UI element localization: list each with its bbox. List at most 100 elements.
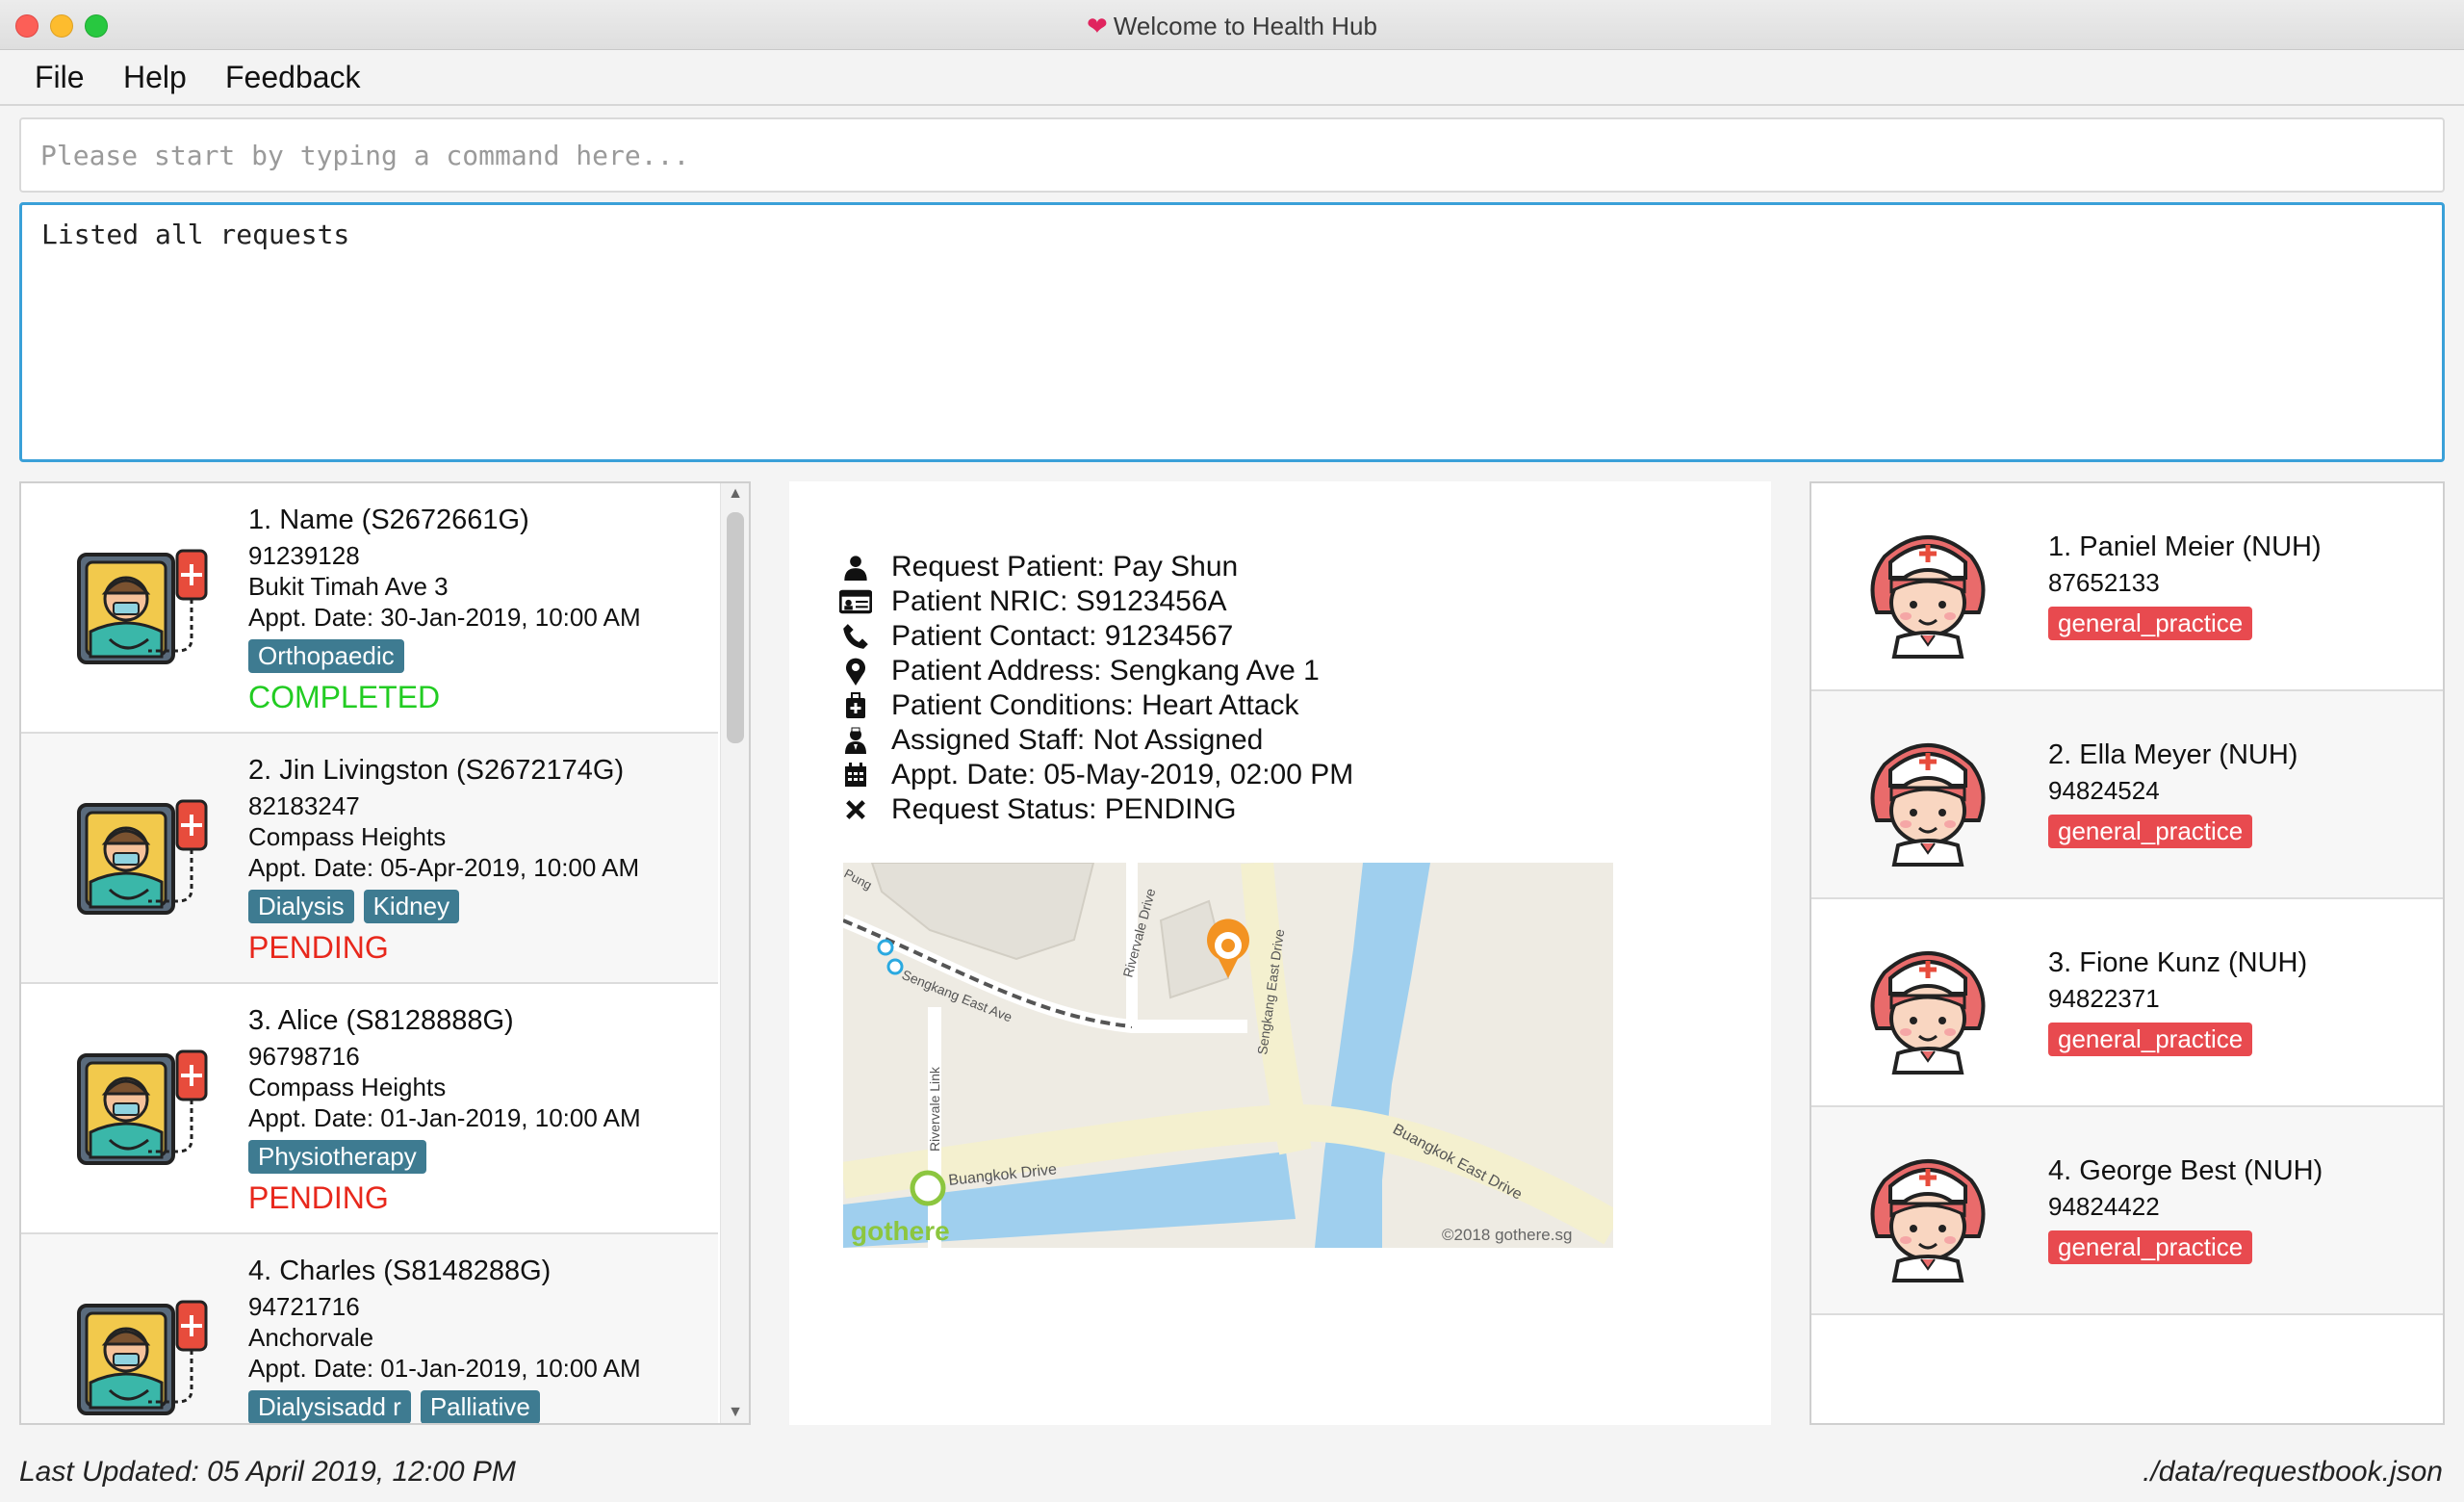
window-title-text: Welcome to Health Hub <box>1113 12 1377 40</box>
staff-phone: 87652133 <box>2048 568 2160 597</box>
staff-phone: 94824422 <box>2048 1192 2160 1221</box>
detail-text: Patient NRIC: S9123456A <box>891 585 1227 617</box>
nurse-avatar-icon <box>1865 940 1990 1075</box>
condition-tag: Palliative <box>420 1390 540 1423</box>
request-phone: 82183247 <box>248 791 360 820</box>
nurse-avatar-icon <box>1865 524 1990 659</box>
heart-icon: ❤ <box>1087 12 1108 40</box>
staff-name: 3. Fione Kunz (NUH) <box>2048 947 2308 978</box>
user-icon <box>839 552 872 583</box>
last-updated-status: Last Updated: 05 April 2019, 12:00 PM <box>19 1456 516 1488</box>
request-card[interactable]: 4. Charles (S8148288G) 94721716 Anchorvale… <box>21 1234 718 1423</box>
close-icon <box>839 794 872 825</box>
detail-row: Assigned Staff: Not Assigned <box>839 724 1263 757</box>
request-address: Compass Heights <box>248 1073 447 1101</box>
staff-name: 1. Paniel Meier (NUH) <box>2048 531 2322 562</box>
request-title: 2. Jin Livingston (S2672174G) <box>248 755 625 786</box>
request-date: Appt. Date: 30-Jan-2019, 10:00 AM <box>248 603 641 632</box>
specialisation-tag: general_practice <box>2048 1230 2253 1264</box>
id-card-icon <box>839 586 872 617</box>
staff-name: 4. George Best (NUH) <box>2048 1155 2323 1186</box>
request-tags: Dialysisadd r Palliative <box>248 1390 540 1423</box>
staff-phone: 94822371 <box>2048 984 2160 1013</box>
start-marker-icon <box>910 1170 946 1206</box>
staff-card[interactable]: 4. George Best (NUH) 94824422 general_prac… <box>1811 1107 2443 1315</box>
medkit-icon <box>839 690 872 721</box>
request-card[interactable]: 2. Jin Livingston (S2672174G) 82183247 Com… <box>21 734 718 984</box>
command-input[interactable] <box>19 117 2445 193</box>
condition-tag: Kidney <box>363 890 460 923</box>
result-display: Listed all requests <box>19 202 2445 462</box>
bus-stop-icon <box>877 939 894 956</box>
request-status: PENDING <box>248 930 389 965</box>
detail-text: Assigned Staff: Not Assigned <box>891 724 1264 756</box>
request-phone: 94721716 <box>248 1292 360 1321</box>
menu-bar: File Help Feedback <box>0 50 2464 106</box>
menu-help[interactable]: Help <box>123 60 187 95</box>
request-phone: 96798716 <box>248 1042 360 1071</box>
staff-phone: 94824524 <box>2048 776 2160 805</box>
map-copyright: ©2018 gothere.sg <box>1442 1226 1572 1244</box>
specialisation-tag: general_practice <box>2048 607 2253 640</box>
patient-icon <box>71 793 216 928</box>
nurse-avatar-icon <box>1865 1148 1990 1282</box>
request-card[interactable]: 1. Name (S2672661G) 91239128 Bukit Timah A… <box>21 483 718 734</box>
data-file-path: ./data/requestbook.json <box>2143 1456 2443 1488</box>
scroll-thumb[interactable] <box>727 512 744 743</box>
patient-icon <box>71 543 216 678</box>
detail-row: Request Patient: Pay Shun <box>839 551 1238 583</box>
condition-tag: Dialysis <box>248 890 354 923</box>
request-card[interactable]: 3. Alice (S8128888G) 96798716 Compass Heig… <box>21 984 718 1234</box>
detail-row: Request Status: PENDING <box>839 793 1236 826</box>
title-bar: ❤ Welcome to Health Hub <box>0 0 2464 50</box>
detail-text: Appt. Date: 05-May-2019, 02:00 PM <box>891 759 1354 790</box>
detail-row: Patient Address: Sengkang Ave 1 <box>839 655 1320 687</box>
condition-tag: Dialysisadd r <box>248 1390 411 1423</box>
staff-name: 2. Ella Meyer (NUH) <box>2048 739 2298 770</box>
request-tags: Physiotherapy <box>248 1140 426 1174</box>
map-road-label: Rivervale Link <box>927 1066 942 1152</box>
calendar-icon <box>839 760 872 790</box>
request-date: Appt. Date: 01-Jan-2019, 10:00 AM <box>248 1354 641 1383</box>
specialisation-tag: general_practice <box>2048 815 2253 848</box>
condition-tag: Physiotherapy <box>248 1140 426 1174</box>
detail-text: Request Patient: Pay Shun <box>891 551 1239 583</box>
detail-row: Patient Contact: 91234567 <box>839 620 1233 653</box>
detail-row: Patient Conditions: Heart Attack <box>839 689 1299 722</box>
map-brand: gothere <box>851 1216 950 1246</box>
specialisation-tag: general_practice <box>2048 1023 2253 1056</box>
request-phone: 91239128 <box>248 541 360 570</box>
nurse-avatar-icon <box>1865 732 1990 867</box>
scroll-down-icon[interactable]: ▼ <box>721 1404 749 1421</box>
detail-text: Patient Address: Sengkang Ave 1 <box>891 655 1320 686</box>
bus-stop-icon <box>886 958 904 975</box>
detail-text: Patient Conditions: Heart Attack <box>891 689 1299 721</box>
menu-feedback[interactable]: Feedback <box>225 60 361 95</box>
detail-text: Request Status: PENDING <box>891 793 1237 825</box>
patient-icon <box>71 1044 216 1178</box>
request-address: Anchorvale <box>248 1323 374 1352</box>
request-list-scrollbar[interactable]: ▲ ▼ <box>720 483 749 1423</box>
request-tags: Orthopaedic <box>248 639 404 673</box>
location-map[interactable]: Sengkang East Ave Rivervale Drive Sengka… <box>843 863 1613 1248</box>
request-tags: Dialysis Kidney <box>248 890 460 923</box>
map-pin-icon <box>839 656 872 686</box>
request-title: 4. Charles (S8148288G) <box>248 1256 552 1286</box>
request-date: Appt. Date: 01-Jan-2019, 10:00 AM <box>248 1103 641 1132</box>
staff-list[interactable]: 1. Paniel Meier (NUH) 87652133 general_pra… <box>1810 481 2445 1425</box>
phone-icon <box>839 621 872 652</box>
request-title: 1. Name (S2672661G) <box>248 505 529 535</box>
request-list[interactable]: 1. Name (S2672661G) 91239128 Bukit Timah A… <box>19 481 751 1425</box>
detail-row: Patient NRIC: S9123456A <box>839 585 1227 618</box>
detail-row: Appt. Date: 05-May-2019, 02:00 PM <box>839 759 1353 791</box>
request-address: Compass Heights <box>248 822 447 851</box>
staff-card[interactable]: 3. Fione Kunz (NUH) 94822371 general_pract… <box>1811 899 2443 1107</box>
request-title: 3. Alice (S8128888G) <box>248 1005 514 1036</box>
request-date: Appt. Date: 05-Apr-2019, 10:00 AM <box>248 853 640 882</box>
menu-file[interactable]: File <box>35 60 85 95</box>
scroll-up-icon[interactable]: ▲ <box>721 485 749 503</box>
detail-text: Patient Contact: 91234567 <box>891 620 1234 652</box>
request-status: COMPLETED <box>248 680 441 714</box>
staff-card[interactable]: 2. Ella Meyer (NUH) 94824524 general_pract… <box>1811 691 2443 899</box>
staff-card[interactable]: 1. Paniel Meier (NUH) 87652133 general_pra… <box>1811 483 2443 691</box>
